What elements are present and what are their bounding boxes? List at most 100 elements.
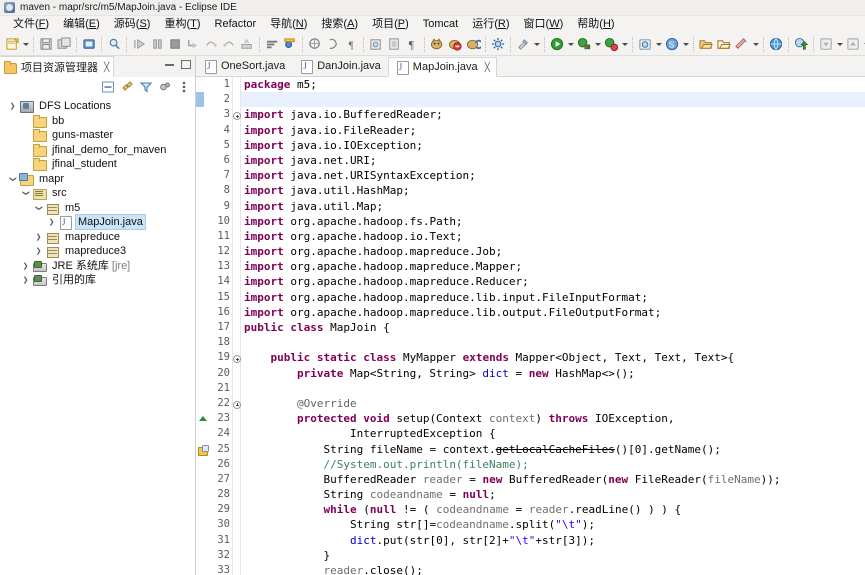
fold-collapse-icon[interactable]	[233, 396, 241, 411]
code-line[interactable]: import org.apache.hadoop.fs.Path;	[241, 214, 865, 229]
tomcat-start-icon[interactable]	[428, 35, 446, 54]
svn-icon[interactable]: S	[663, 35, 681, 54]
drop-to-frame-icon[interactable]	[238, 35, 256, 54]
code-line[interactable]: import org.apache.hadoop.mapreduce.lib.o…	[241, 305, 865, 320]
chevron-down-icon[interactable]	[620, 35, 629, 54]
step-return-icon[interactable]	[220, 35, 238, 54]
code-line[interactable]	[241, 92, 865, 108]
chevron-right-icon[interactable]	[32, 244, 45, 258]
debug-icon[interactable]	[575, 35, 593, 54]
code-line[interactable]: package m5;	[241, 77, 865, 92]
skip-breakpoints-icon[interactable]	[281, 35, 299, 54]
tree-item-dfs-locations[interactable]: DFS Locations	[0, 99, 195, 114]
previous-annotation-icon[interactable]	[817, 35, 835, 54]
chevron-right-icon[interactable]	[19, 273, 32, 287]
next-annotation-icon[interactable]	[844, 35, 862, 54]
tree-item-mapreduce3[interactable]: mapreduce3	[0, 244, 195, 259]
code-line[interactable]: String str[]=codeandname.split("\t");	[241, 517, 865, 532]
code-line[interactable]: import java.io.BufferedReader;	[241, 107, 865, 122]
menu-item-6[interactable]: 搜索(A)	[314, 16, 365, 33]
step-into-icon[interactable]	[184, 35, 202, 54]
code-line[interactable]: while (null != ( codeandname = reader.re…	[241, 502, 865, 517]
code-line[interactable]: InterruptedException {	[241, 426, 865, 441]
menu-item-9[interactable]: 运行(R)	[465, 16, 516, 33]
menu-item-2[interactable]: 源码(S)	[107, 16, 158, 33]
tree-item-jre-jre[interactable]: JRE 系统库 [jre]	[0, 259, 195, 274]
project-tree[interactable]: DFS Locationsbb guns-masterjfinal_demo_fo…	[0, 97, 195, 575]
tree-item-bb[interactable]: bb	[0, 114, 195, 129]
save-all-icon[interactable]	[55, 35, 73, 54]
chevron-down-icon[interactable]	[654, 35, 663, 54]
code-line[interactable]: }	[241, 548, 865, 563]
code-line[interactable]: String codeandname = null;	[241, 487, 865, 502]
external-tools-icon[interactable]	[514, 35, 532, 54]
chevron-right-icon[interactable]	[32, 230, 45, 244]
code-line[interactable]	[241, 335, 865, 350]
code-line[interactable]: import java.net.URISyntaxException;	[241, 168, 865, 183]
search-icon[interactable]	[105, 35, 123, 54]
globe-icon[interactable]	[767, 35, 785, 54]
code-line[interactable]: import org.apache.hadoop.mapreduce.Mappe…	[241, 259, 865, 274]
tomcat-restart-icon[interactable]	[464, 35, 482, 54]
menu-item-4[interactable]: Refactor	[208, 16, 264, 33]
menu-item-0[interactable]: 文件(F)	[6, 16, 56, 33]
code-area[interactable]: package m5; import java.io.BufferedReader…	[241, 77, 865, 575]
menu-item-1[interactable]: 编辑(E)	[56, 16, 107, 33]
tree-item-src[interactable]: src	[0, 186, 195, 201]
code-line[interactable]: protected void setup(Context context) th…	[241, 411, 865, 426]
chevron-down-icon[interactable]	[751, 35, 760, 54]
code-line[interactable]	[241, 381, 865, 396]
chevron-down-icon[interactable]	[32, 201, 45, 215]
code-line[interactable]: String fileName = context.getLocalCacheF…	[241, 442, 865, 457]
code-line[interactable]: BufferedReader reader = new BufferedRead…	[241, 472, 865, 487]
code-line[interactable]: import java.util.HashMap;	[241, 183, 865, 198]
editor-tab-danjoin-java[interactable]: DanJoin.java	[292, 56, 388, 76]
chevron-down-icon[interactable]	[835, 35, 844, 54]
code-line[interactable]: import org.apache.hadoop.mapreduce.Job;	[241, 244, 865, 259]
focus-active-task-icon[interactable]	[157, 79, 173, 95]
close-icon[interactable]: ╳	[485, 62, 490, 73]
code-line[interactable]: //System.out.println(fileName);	[241, 457, 865, 472]
open-package-icon[interactable]	[715, 35, 733, 54]
code-line[interactable]: reader.close();	[241, 563, 865, 575]
new-java-package-icon[interactable]	[306, 35, 324, 54]
tree-item-m5[interactable]: m5	[0, 201, 195, 216]
code-line[interactable]: import org.apache.hadoop.mapreduce.Reduc…	[241, 274, 865, 289]
chevron-right-icon[interactable]	[6, 99, 19, 113]
menu-item-10[interactable]: 窗口(W)	[517, 16, 571, 33]
open-folder-icon[interactable]	[697, 35, 715, 54]
paragraph-icon[interactable]: ¶	[403, 35, 421, 54]
chevron-down-icon[interactable]	[19, 186, 32, 200]
pin-icon[interactable]	[733, 35, 751, 54]
menu-item-3[interactable]: 重构(T)	[157, 16, 207, 33]
code-line[interactable]: import org.apache.hadoop.mapreduce.lib.i…	[241, 290, 865, 305]
chevron-down-icon[interactable]	[681, 35, 690, 54]
code-line[interactable]: import org.apache.hadoop.io.Text;	[241, 229, 865, 244]
fold-collapse-icon[interactable]	[233, 350, 241, 365]
deploy-icon[interactable]	[792, 35, 810, 54]
code-line[interactable]: import java.util.Map;	[241, 199, 865, 214]
tab-project-explorer[interactable]: 项目资源管理器 ╳	[0, 56, 115, 77]
code-line[interactable]: dict.put(str[0], str[2]+"\t"+str[3]);	[241, 533, 865, 548]
filter-icon[interactable]	[138, 79, 154, 95]
fold-collapse-icon[interactable]	[233, 107, 241, 122]
tree-item-mapr[interactable]: mapr	[0, 172, 195, 187]
print-icon[interactable]	[80, 35, 98, 54]
view-menu-icon[interactable]	[176, 79, 192, 95]
new-java-interface-icon[interactable]: ¶	[342, 35, 360, 54]
tomcat-stop-icon[interactable]	[446, 35, 464, 54]
menu-item-5[interactable]: 导航(N)	[263, 16, 314, 33]
chevron-right-icon[interactable]	[45, 215, 58, 229]
terminate-icon[interactable]	[166, 35, 184, 54]
chevron-right-icon[interactable]	[19, 259, 32, 273]
resume-icon[interactable]	[130, 35, 148, 54]
chevron-down-icon[interactable]	[593, 35, 602, 54]
tree-item-jfinal-student[interactable]: jfinal_student	[0, 157, 195, 172]
new-project-icon[interactable]	[636, 35, 654, 54]
menu-item-7[interactable]: 项目(P)	[365, 16, 416, 33]
save-icon[interactable]	[37, 35, 55, 54]
tree-item-mapreduce[interactable]: mapreduce	[0, 230, 195, 245]
collapse-all-icon[interactable]	[100, 79, 116, 95]
run-icon[interactable]	[548, 35, 566, 54]
editor-tab-mapjoin-java[interactable]: MapJoin.java ╳	[387, 57, 498, 77]
